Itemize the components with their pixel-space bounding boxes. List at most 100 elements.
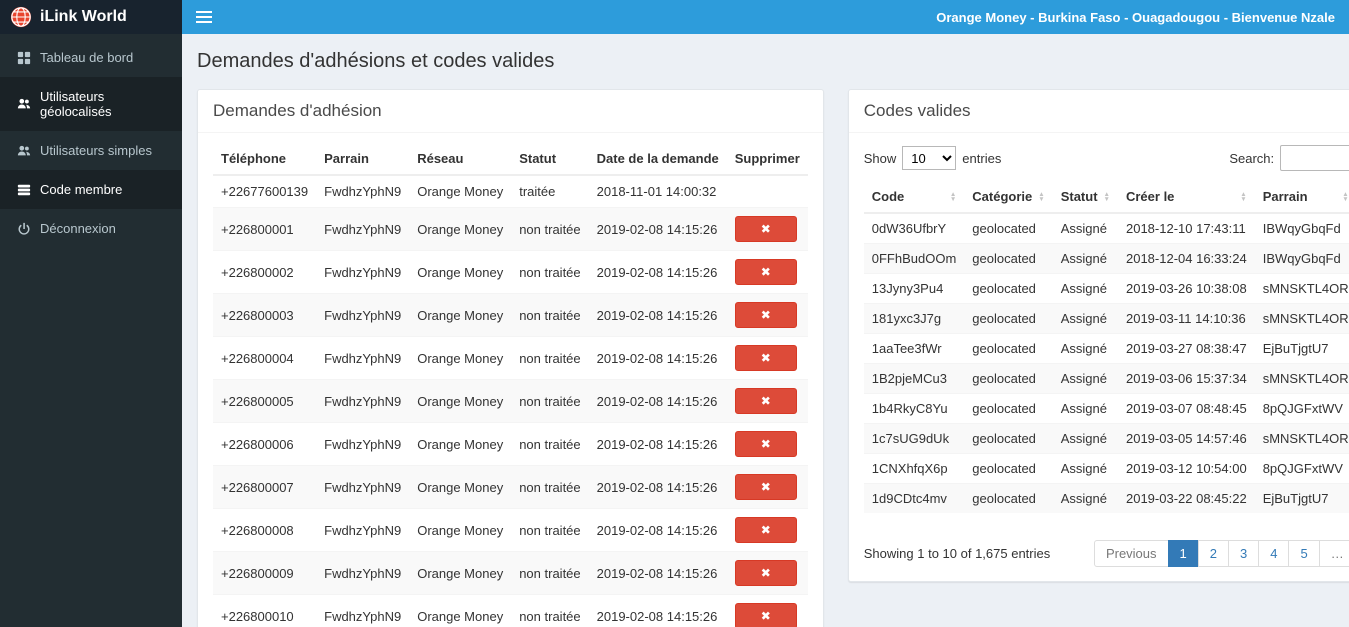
sidebar-item-utilisateurs-geolocalises[interactable]: Utilisateurs géolocalisés: [0, 77, 182, 131]
request-parrain: FwdhzYphN9: [316, 508, 410, 552]
delete-request-button[interactable]: ✖: [734, 259, 797, 285]
request-phone: +226800001: [213, 207, 317, 251]
request-network: Orange Money: [409, 465, 512, 509]
request-parrain: FwdhzYphN9: [316, 336, 410, 380]
list-icon: [17, 184, 31, 195]
power-icon: [18, 222, 30, 235]
request-phone: +226800006: [213, 422, 317, 466]
codes-panel: Codes valides Show 10 entries Search: Co…: [847, 89, 1349, 582]
sidebar-item-deconnexion[interactable]: Déconnexion: [0, 209, 182, 248]
dashboard-icon: [17, 51, 31, 64]
request-status: non traitée: [511, 422, 589, 466]
entries-info: Showing 1 to 10 of 1,675 entries: [863, 546, 1051, 561]
search-label: Search:: [1229, 150, 1275, 166]
entries-label: entries: [962, 150, 1002, 166]
request-date: 2019-02-08 14:15:26: [588, 551, 727, 595]
request-action-cell: ✖: [726, 465, 808, 509]
code-row: 181yxc3J7g geolocated Assigné 2019-03-11…: [863, 303, 1349, 334]
request-action-cell: ✖: [726, 336, 808, 380]
code-row: 1CNXhfqX6p geolocated Assigné 2019-03-12…: [863, 453, 1349, 484]
delete-x-icon: ✖: [760, 222, 771, 236]
request-network: Orange Money: [409, 174, 512, 208]
request-phone: +226800002: [213, 250, 317, 294]
delete-x-icon: ✖: [760, 480, 771, 494]
col-categorie[interactable]: Catégorie: [964, 181, 1053, 214]
code-category: geolocated: [964, 333, 1053, 364]
pagination-previous[interactable]: Previous: [1093, 540, 1169, 567]
delete-request-button[interactable]: ✖: [734, 517, 797, 543]
request-row: +226800004 FwdhzYphN9 Orange Money non t…: [213, 336, 808, 380]
request-phone: +226800008: [213, 508, 317, 552]
request-date: 2019-02-08 14:15:26: [588, 207, 727, 251]
delete-request-button[interactable]: ✖: [734, 345, 797, 371]
code-row: 1b4RkyC8Yu geolocated Assigné 2019-03-07…: [863, 393, 1349, 424]
code-row: 0dW36UfbrY geolocated Assigné 2018-12-10…: [863, 212, 1349, 244]
pagination-page-3[interactable]: 3: [1227, 540, 1260, 567]
sort-icon: [1342, 192, 1348, 202]
user-banner: Orange Money - Burkina Faso - Ouagadougo…: [936, 9, 1335, 25]
request-row: +226800010 FwdhzYphN9 Orange Money non t…: [213, 594, 808, 627]
pagination-page-1[interactable]: 1: [1167, 540, 1199, 567]
code-created: 2019-03-12 10:54:00: [1117, 453, 1255, 484]
code-status: Assigné: [1052, 393, 1118, 424]
request-status: non traitée: [511, 336, 589, 380]
request-parrain: FwdhzYphN9: [316, 594, 410, 627]
delete-request-button[interactable]: ✖: [734, 560, 797, 586]
delete-x-icon: ✖: [760, 566, 771, 580]
request-date: 2019-02-08 14:15:26: [588, 336, 727, 380]
codes-table-header-row: Code Catégorie Statut Créer le Parrain S…: [863, 181, 1349, 214]
request-network: Orange Money: [409, 250, 512, 294]
sidebar-item-code-membre[interactable]: Code membre: [0, 170, 182, 209]
col-date-demande: Date de la demande: [588, 143, 727, 176]
pagination: Previous 1 2 3 4 5 … 168 Next: [1093, 540, 1349, 567]
request-parrain: FwdhzYphN9: [316, 551, 410, 595]
code-status: Assigné: [1052, 423, 1118, 454]
request-status: non traitée: [511, 207, 589, 251]
request-row: +22677600139 FwdhzYphN9 Orange Money tra…: [213, 174, 808, 208]
code-row: 13Jyny3Pu4 geolocated Assigné 2019-03-26…: [863, 273, 1349, 304]
pagination-page-5[interactable]: 5: [1288, 540, 1320, 567]
sidebar-item-dashboard[interactable]: Tableau de bord: [0, 38, 182, 77]
request-parrain: FwdhzYphN9: [316, 379, 410, 423]
col-statut[interactable]: Statut: [1052, 181, 1118, 214]
page-length-select[interactable]: 10: [902, 146, 957, 170]
request-network: Orange Money: [409, 594, 512, 627]
sidebar-item-label: Code membre: [40, 182, 123, 197]
sort-icon: [950, 192, 956, 202]
top-bar: iLink World Orange Money - Burkina Faso …: [0, 0, 1349, 34]
code-status: Assigné: [1052, 453, 1118, 484]
code-created: 2019-03-22 08:45:22: [1117, 483, 1255, 513]
code-status: Assigné: [1052, 273, 1118, 304]
delete-request-button[interactable]: ✖: [734, 603, 797, 627]
sidebar-item-label: Tableau de bord: [40, 50, 134, 65]
datatable-controls: Show 10 entries Search:: [849, 133, 1349, 181]
datatable-footer: Showing 1 to 10 of 1,675 entries Previou…: [849, 528, 1349, 581]
request-date: 2019-02-08 14:15:26: [588, 465, 727, 509]
delete-x-icon: ✖: [760, 523, 771, 537]
delete-request-button[interactable]: ✖: [734, 474, 797, 500]
delete-request-button[interactable]: ✖: [734, 216, 797, 242]
col-creer-le[interactable]: Créer le: [1117, 181, 1255, 214]
request-action-cell: ✖: [726, 293, 808, 337]
request-row: +226800006 FwdhzYphN9 Orange Money non t…: [213, 422, 808, 466]
pagination-page-2[interactable]: 2: [1197, 540, 1229, 567]
code-value: 0dW36UfbrY: [863, 212, 965, 244]
request-action-cell: ✖: [726, 379, 808, 423]
delete-request-button[interactable]: ✖: [734, 388, 797, 414]
sidebar-item-utilisateurs-simples[interactable]: Utilisateurs simples: [0, 131, 182, 170]
search-input[interactable]: [1280, 145, 1349, 171]
code-created: 2019-03-26 10:38:08: [1117, 273, 1255, 304]
request-network: Orange Money: [409, 551, 512, 595]
col-code[interactable]: Code: [863, 181, 965, 214]
delete-request-button[interactable]: ✖: [734, 431, 797, 457]
brand[interactable]: iLink World: [0, 0, 182, 34]
code-category: geolocated: [964, 453, 1053, 484]
delete-request-button[interactable]: ✖: [734, 302, 797, 328]
pagination-page-4[interactable]: 4: [1258, 540, 1290, 567]
code-parrain: sMNSKTL4OR: [1254, 303, 1349, 334]
code-category: geolocated: [964, 483, 1053, 513]
col-parrain[interactable]: Parrain: [1254, 181, 1349, 214]
request-parrain: FwdhzYphN9: [316, 422, 410, 466]
menu-toggle-icon[interactable]: [182, 0, 226, 34]
col-statut: Statut: [511, 143, 589, 176]
